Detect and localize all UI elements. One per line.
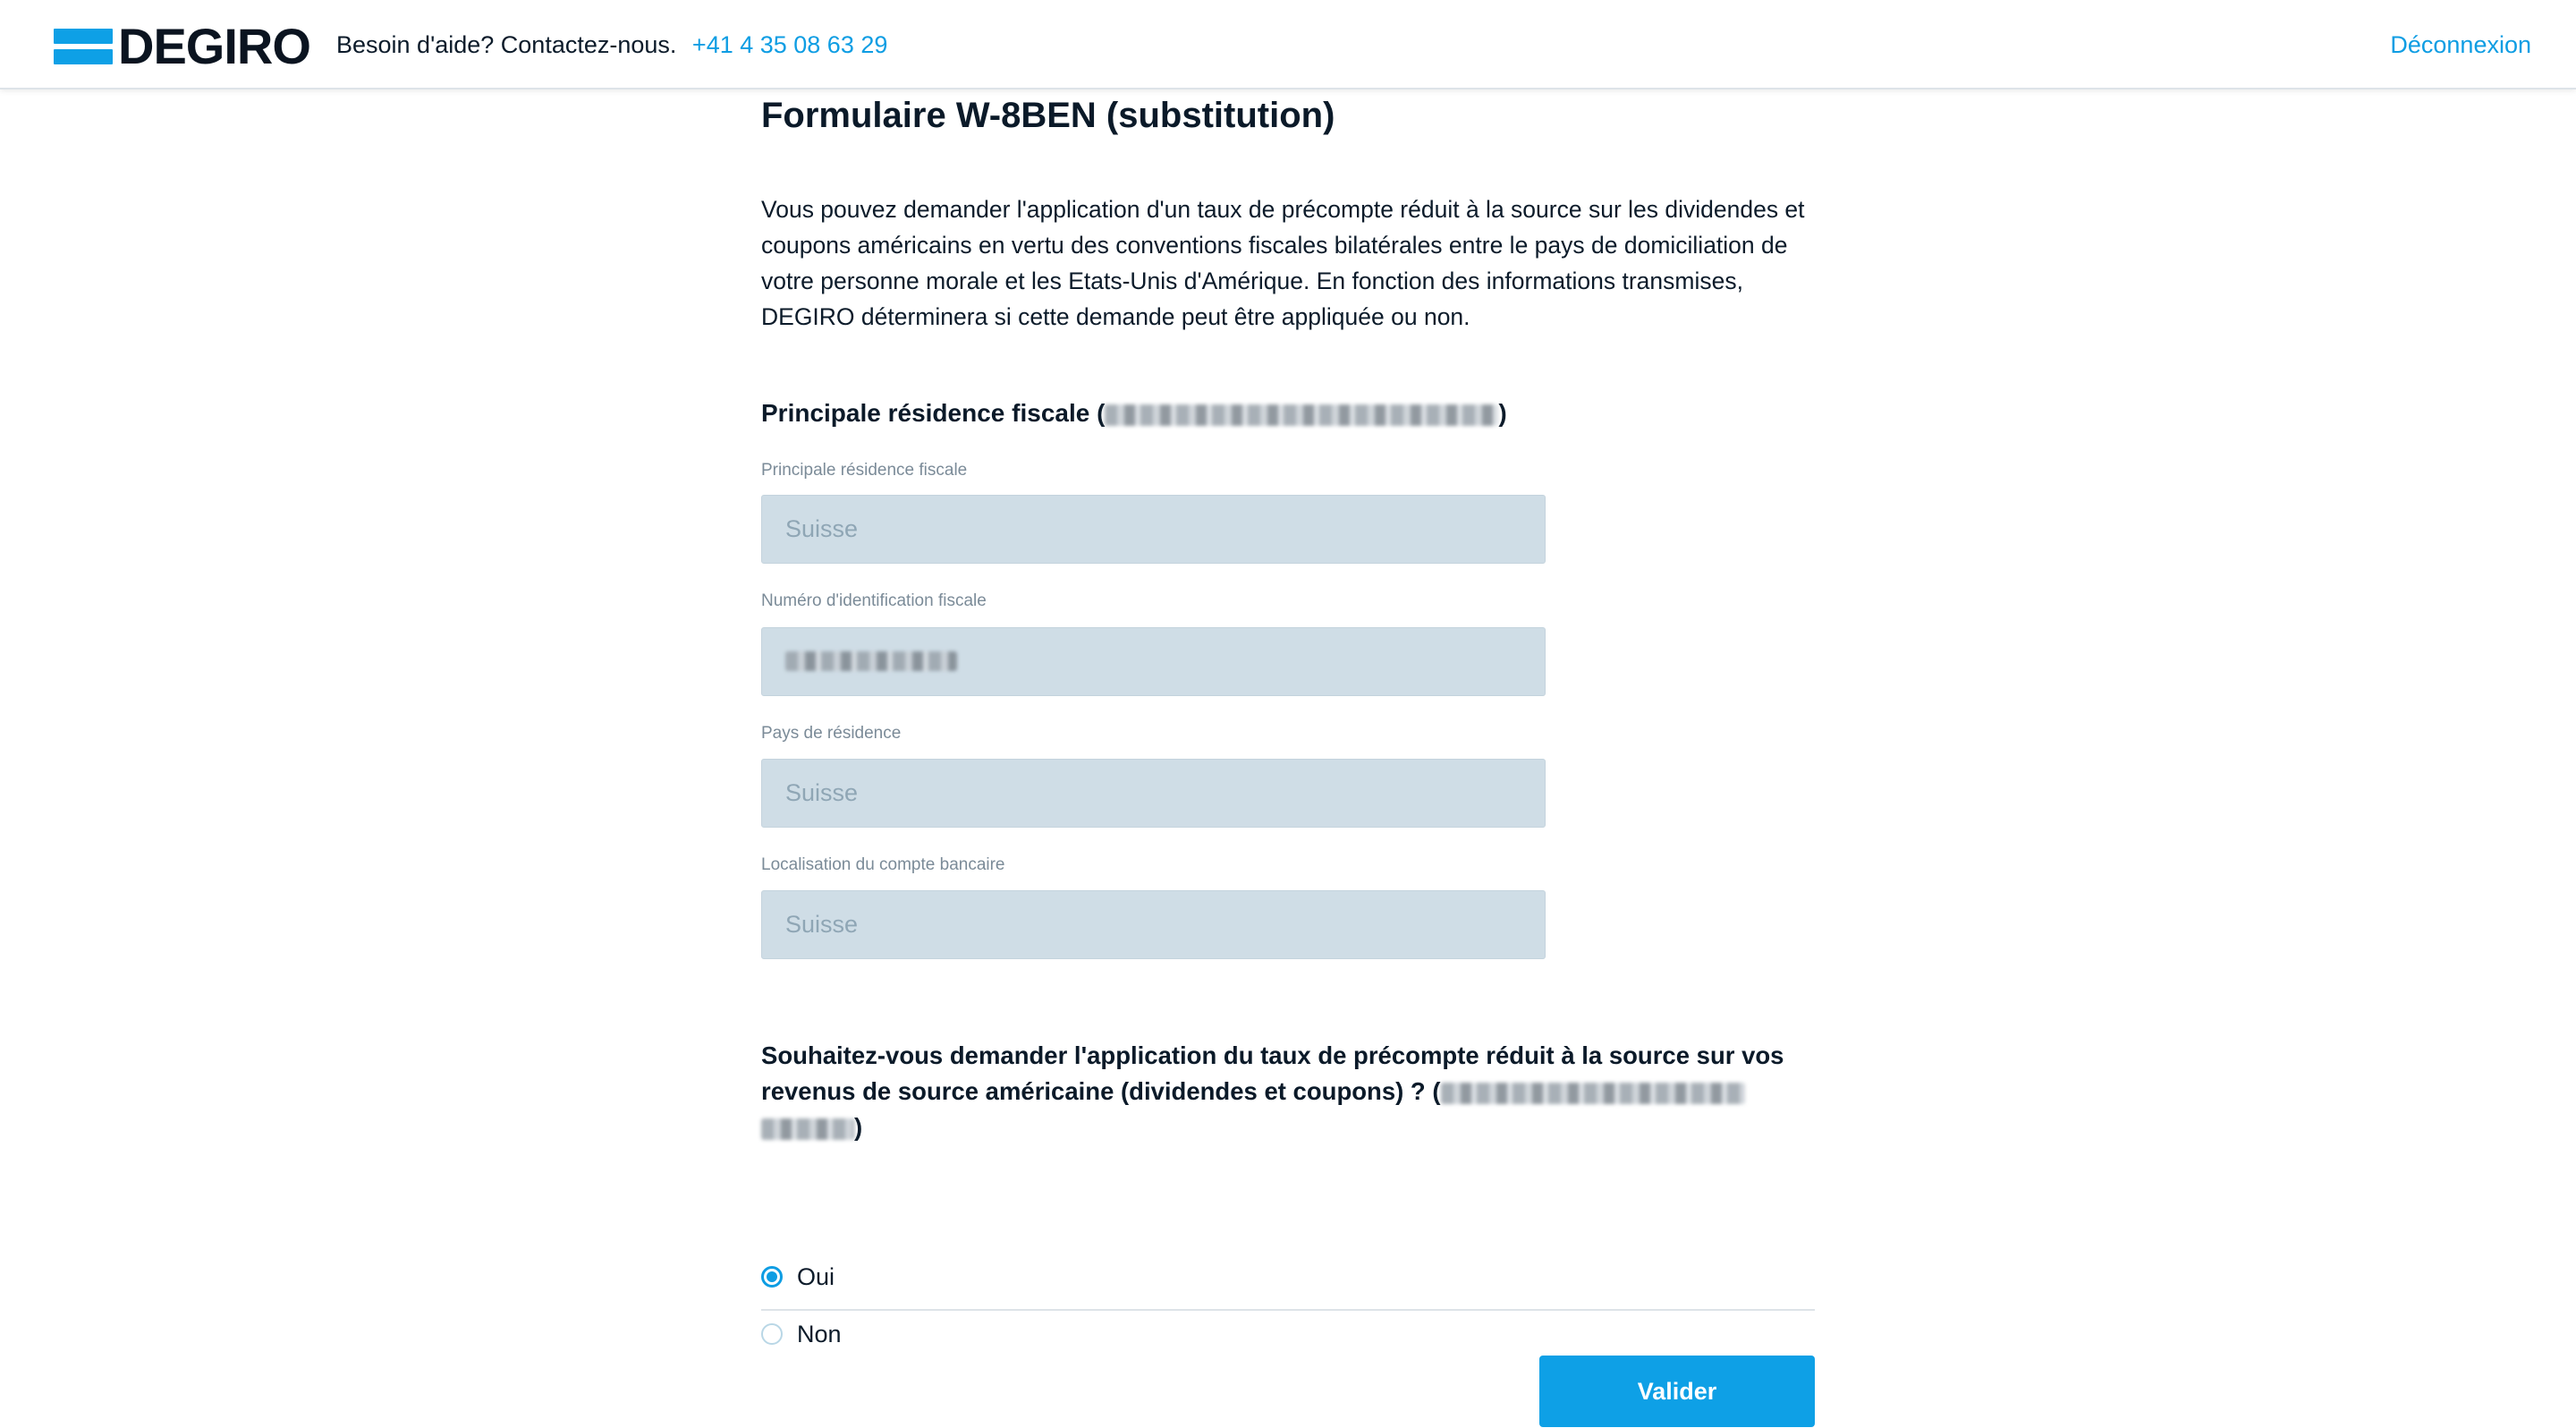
- field-label-tin: Numéro d'identification fiscale: [761, 591, 987, 610]
- reduced-rate-question: Souhaitez-vous demander l'application du…: [761, 1041, 1784, 1141]
- radio-label-oui: Oui: [797, 1262, 835, 1290]
- redacted-text: [761, 1118, 854, 1140]
- redacted-tin: [785, 650, 957, 671]
- degiro-logo[interactable]: DEGIRO: [54, 18, 311, 74]
- phone-link[interactable]: +41 4 35 08 63 29: [692, 31, 887, 58]
- submit-button[interactable]: Valider: [1539, 1356, 1815, 1427]
- redacted-text: [1105, 404, 1499, 426]
- tin-field[interactable]: [761, 627, 1546, 696]
- tax-residence-field[interactable]: Suisse: [761, 495, 1546, 564]
- logo-mark-icon: [54, 29, 113, 64]
- country-of-residence-field[interactable]: Suisse: [761, 759, 1546, 828]
- help-contact: Besoin d'aide? Contactez-nous. +41 4 35 …: [336, 27, 887, 63]
- logout-link[interactable]: Déconnexion: [2390, 27, 2531, 63]
- top-header: DEGIRO Besoin d'aide? Contactez-nous. +4…: [0, 0, 2576, 89]
- help-text: Besoin d'aide? Contactez-nous.: [336, 31, 677, 58]
- bank-account-location-field[interactable]: Suisse: [761, 890, 1546, 959]
- page-title: Formulaire W-8BEN (substitution): [761, 96, 1335, 135]
- radio-label-non: Non: [797, 1320, 842, 1347]
- field-label-tax-residence: Principale résidence fiscale: [761, 461, 968, 480]
- divider: [761, 1309, 1815, 1311]
- radio-option-non[interactable]: Non: [761, 1318, 842, 1350]
- intro-text: Vous pouvez demander l'application d'un …: [761, 196, 1805, 330]
- logo-text: DEGIRO: [118, 18, 311, 74]
- radio-checked-icon[interactable]: [761, 1266, 783, 1288]
- redacted-text: [1440, 1082, 1745, 1104]
- radio-unchecked-icon[interactable]: [761, 1323, 783, 1345]
- field-label-country-of-residence: Pays de résidence: [761, 724, 902, 743]
- section-title-tax-residence: Principale résidence fiscale (): [761, 399, 1507, 427]
- field-label-bank-account-location: Localisation du compte bancaire: [761, 855, 1005, 874]
- radio-option-oui[interactable]: Oui: [761, 1261, 835, 1293]
